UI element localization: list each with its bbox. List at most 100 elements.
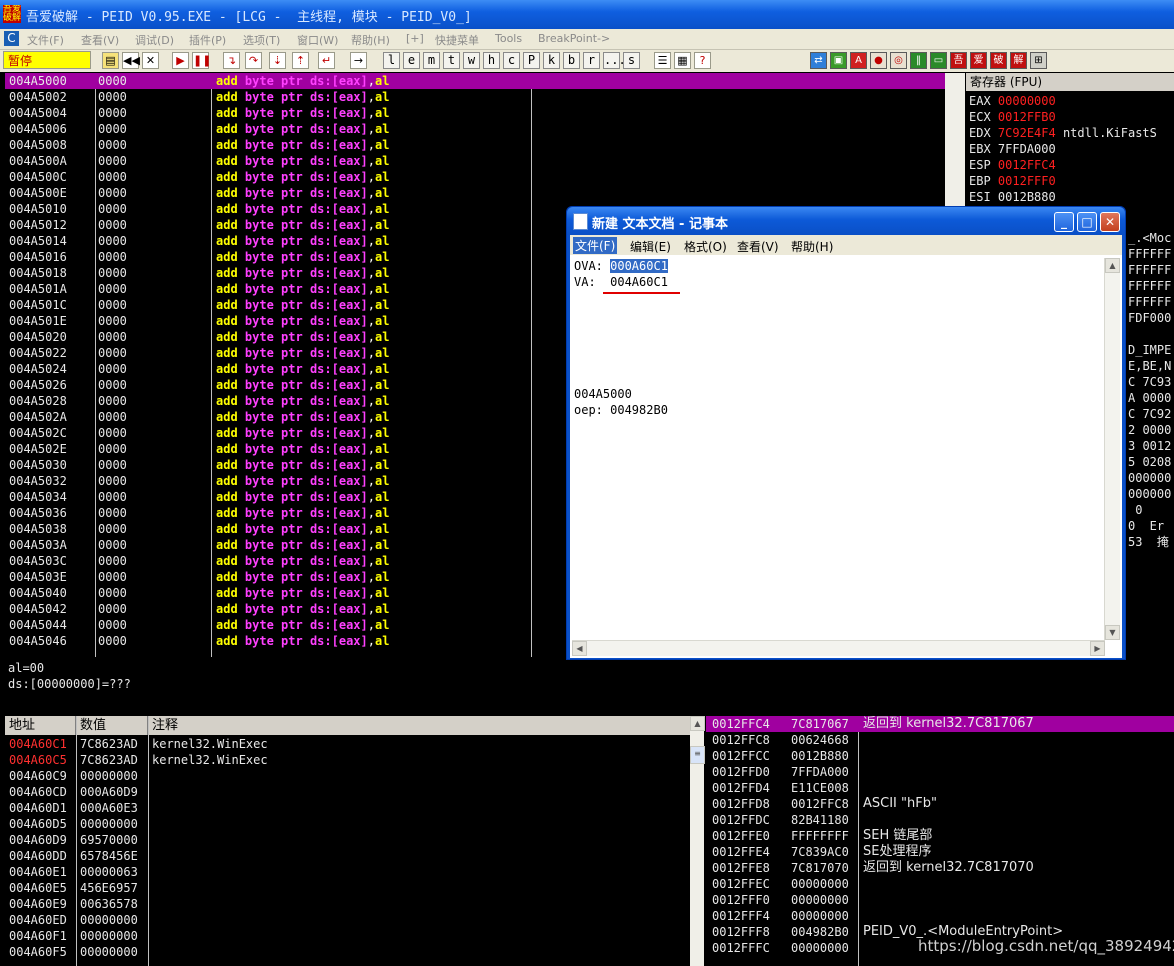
- menu-view[interactable]: 查看(V): [81, 32, 119, 48]
- stack-row[interactable]: 0012FFCC 0012B880: [706, 748, 1174, 764]
- stack-row[interactable]: 0012FFC8 00624668: [706, 732, 1174, 748]
- dump-row[interactable]: 004A60C9 00000000: [5, 768, 690, 784]
- menu-debug[interactable]: 调试(D): [135, 32, 174, 48]
- cpu-button[interactable]: c: [503, 52, 520, 69]
- call-stack-button[interactable]: k: [543, 52, 560, 69]
- stack-row[interactable]: 0012FFC4 7C817067 返回到 kernel32.7C817067: [706, 716, 1174, 732]
- register-row[interactable]: ECX 0012FFB0: [969, 109, 1063, 125]
- notepad-title-bar[interactable]: 新建 文本文档 - 记事本 _ □ ✕: [567, 207, 1125, 235]
- notepad-horizontal-scrollbar[interactable]: ◀ ▶: [572, 640, 1105, 656]
- disasm-row[interactable]: 004A5000 0000 add byte ptr ds:[eax],al: [5, 73, 945, 89]
- run-icon[interactable]: ▶: [172, 52, 189, 69]
- stack-row[interactable]: 0012FFD8 0012FFC8 ASCII "hFb": [706, 796, 1174, 812]
- dump-row[interactable]: 004A60C5 7C8623AD kernel32.WinExec: [5, 752, 690, 768]
- threads-button[interactable]: t: [443, 52, 460, 69]
- register-row[interactable]: EAX 00000000: [969, 93, 1063, 109]
- trace-into-icon[interactable]: ⇣: [269, 52, 286, 69]
- patches-button[interactable]: P: [523, 52, 540, 69]
- trace-over-icon[interactable]: ⇡: [292, 52, 309, 69]
- maximize-button[interactable]: □: [1077, 212, 1097, 232]
- register-row[interactable]: EBP 0012FFF0: [969, 173, 1063, 189]
- notepad-menu-format[interactable]: 格式(O): [684, 238, 727, 255]
- plugin-wu-icon[interactable]: 吾: [950, 52, 967, 69]
- stack-row[interactable]: 0012FFD0 7FFDA000: [706, 764, 1174, 780]
- plugin-green-icon[interactable]: ▣: [830, 52, 847, 69]
- dump-row[interactable]: 004A60D5 00000000: [5, 816, 690, 832]
- address-line[interactable]: 004A5000: [574, 386, 632, 402]
- list-icon[interactable]: ☰: [654, 52, 671, 69]
- dump-col-comment[interactable]: 注释: [148, 716, 690, 735]
- breakpoints-button[interactable]: b: [563, 52, 580, 69]
- help-icon[interactable]: ?: [694, 52, 711, 69]
- menu-file[interactable]: 文件(F): [27, 32, 64, 48]
- dump-col-address[interactable]: 地址: [5, 716, 76, 735]
- source-button[interactable]: s: [623, 52, 640, 69]
- disasm-row[interactable]: 004A5006 0000 add byte ptr ds:[eax],al: [5, 121, 945, 137]
- notepad-window[interactable]: 新建 文本文档 - 记事本 _ □ ✕ 文件(F) 编辑(E) 格式(O) 查看…: [566, 206, 1126, 660]
- scroll-up-icon[interactable]: ▲: [1105, 258, 1120, 273]
- register-row[interactable]: EBX 7FFDA000: [969, 141, 1063, 157]
- menu-tools[interactable]: Tools: [495, 32, 522, 45]
- menu-plugins[interactable]: 插件(P): [189, 32, 226, 48]
- disasm-row[interactable]: 004A5008 0000 add byte ptr ds:[eax],al: [5, 137, 945, 153]
- goto-icon[interactable]: →: [350, 52, 367, 69]
- menu-options[interactable]: 选项(T): [243, 32, 280, 48]
- plugin-a-icon[interactable]: A: [850, 52, 867, 69]
- dump-pane[interactable]: 地址 数值 注释 004A60C1 7C8623AD kernel32.WinExe…: [5, 716, 690, 966]
- plugin-bars-icon[interactable]: ‖: [910, 52, 927, 69]
- dump-row[interactable]: 004A60F1 00000000: [5, 928, 690, 944]
- menu-shortcut[interactable]: 快捷菜单: [435, 32, 479, 48]
- target-icon[interactable]: ◎: [890, 52, 907, 69]
- dump-scrollbar[interactable]: ▲ ≡: [690, 716, 705, 966]
- close-button[interactable]: ✕: [1100, 212, 1120, 232]
- va-line[interactable]: VA: 004A60C1: [574, 274, 668, 290]
- plugin-po-icon[interactable]: 破: [990, 52, 1007, 69]
- plugin-window-icon[interactable]: ▭: [930, 52, 947, 69]
- window-menu-icon[interactable]: C: [4, 31, 19, 46]
- notepad-vertical-scrollbar[interactable]: ▲ ▼: [1104, 258, 1120, 640]
- minimize-button[interactable]: _: [1054, 212, 1074, 232]
- stack-row[interactable]: 0012FFE4 7C839AC0 SE处理程序: [706, 844, 1174, 860]
- step-into-icon[interactable]: ↴: [223, 52, 240, 69]
- handles-button[interactable]: h: [483, 52, 500, 69]
- plugin-jie-icon[interactable]: 解: [1010, 52, 1027, 69]
- stack-row[interactable]: 0012FFF4 00000000: [706, 908, 1174, 924]
- menu-breakpoint[interactable]: BreakPoint->: [538, 32, 610, 45]
- notepad-menu-view[interactable]: 查看(V): [737, 238, 779, 255]
- dump-row[interactable]: 004A60E9 00636578: [5, 896, 690, 912]
- dump-col-value[interactable]: 数值: [76, 716, 148, 735]
- dump-row[interactable]: 004A60D1 000A60E3: [5, 800, 690, 816]
- menu-help[interactable]: 帮助(H): [351, 32, 390, 48]
- stack-row[interactable]: 0012FFE8 7C817070 返回到 kernel32.7C817070: [706, 860, 1174, 876]
- scroll-down-icon[interactable]: ▼: [1105, 625, 1120, 640]
- dump-row[interactable]: 004A60F5 00000000: [5, 944, 690, 960]
- notepad-menu-help[interactable]: 帮助(H): [791, 238, 833, 255]
- register-value[interactable]: 7C92E4F4: [998, 126, 1056, 140]
- memory-button[interactable]: m: [423, 52, 440, 69]
- menu-window[interactable]: 窗口(W): [297, 32, 338, 48]
- modules-button[interactable]: e: [403, 52, 420, 69]
- record-icon[interactable]: ●: [870, 52, 887, 69]
- grid-icon[interactable]: ▦: [674, 52, 691, 69]
- register-row[interactable]: EDX 7C92E4F4 ntdll.KiFastS: [969, 125, 1157, 141]
- register-value[interactable]: 0012FFB0: [998, 110, 1056, 124]
- dump-row[interactable]: 004A60C1 7C8623AD kernel32.WinExec: [5, 736, 690, 752]
- register-value[interactable]: 00000000: [998, 94, 1056, 108]
- register-value[interactable]: 7FFDA000: [998, 142, 1056, 156]
- scroll-left-icon[interactable]: ◀: [572, 641, 587, 656]
- disasm-row[interactable]: 004A500A 0000 add byte ptr ds:[eax],al: [5, 153, 945, 169]
- disasm-row[interactable]: 004A5004 0000 add byte ptr ds:[eax],al: [5, 105, 945, 121]
- notepad-menu-edit[interactable]: 编辑(E): [630, 238, 671, 255]
- register-row[interactable]: ESP 0012FFC4: [969, 157, 1063, 173]
- stack-row[interactable]: 0012FFDC 82B41180: [706, 812, 1174, 828]
- step-over-icon[interactable]: ↷: [245, 52, 262, 69]
- register-value[interactable]: 0012FFF0: [998, 174, 1056, 188]
- plugin-ai-icon[interactable]: 爱: [970, 52, 987, 69]
- stack-row[interactable]: 0012FFEC 00000000: [706, 876, 1174, 892]
- disasm-row[interactable]: 004A500E 0000 add byte ptr ds:[eax],al: [5, 185, 945, 201]
- execute-till-return-icon[interactable]: ↵: [318, 52, 335, 69]
- register-value[interactable]: 0012FFC4: [998, 158, 1056, 172]
- scroll-thumb[interactable]: ≡: [690, 746, 705, 764]
- stack-row[interactable]: 0012FFE0 FFFFFFFF SEH 链尾部: [706, 828, 1174, 844]
- references-button[interactable]: r: [583, 52, 600, 69]
